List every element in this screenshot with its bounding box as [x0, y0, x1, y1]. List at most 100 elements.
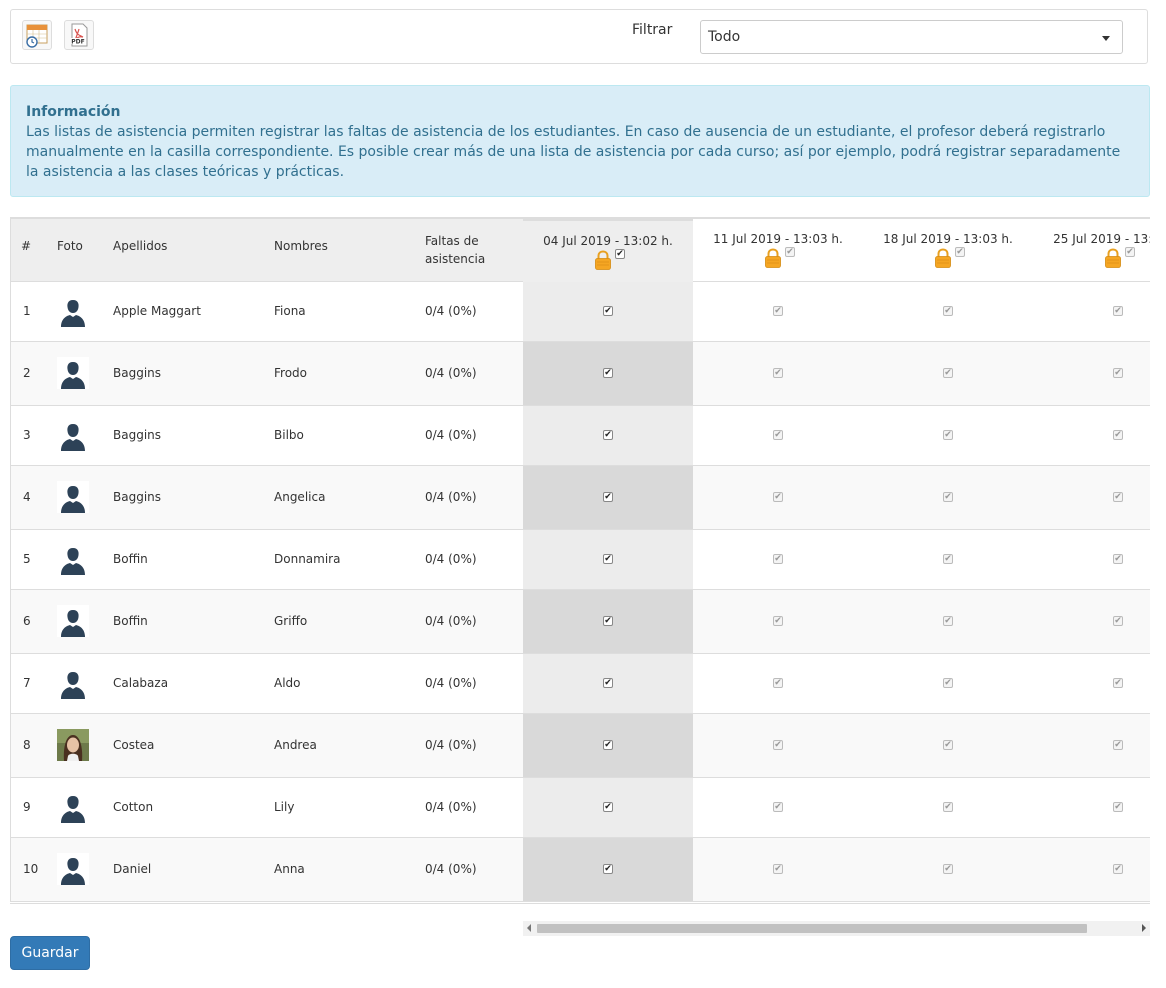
attendance-checkbox[interactable]: ✔: [603, 430, 613, 440]
attendance-checkbox[interactable]: ✔: [1113, 616, 1123, 626]
attendance-checkbox[interactable]: ✔: [1113, 678, 1123, 688]
attendance-checkbox[interactable]: ✔: [773, 430, 783, 440]
attendance-checkbox[interactable]: ✔: [773, 368, 783, 378]
first-name: Andrea: [274, 738, 317, 752]
attendance-checkbox[interactable]: ✔: [773, 802, 783, 812]
row-number: 2: [23, 366, 31, 380]
attendance-checkbox[interactable]: ✔: [773, 616, 783, 626]
attendance-checkbox[interactable]: ✔: [943, 740, 953, 750]
attendance-checkbox[interactable]: ✔: [943, 864, 953, 874]
attendance-checkbox[interactable]: ✔: [943, 430, 953, 440]
pdf-icon[interactable]: PDF: [64, 20, 94, 50]
date-label: 11 Jul 2019 - 13:03 h.: [713, 232, 843, 246]
select-all-checkbox[interactable]: ✔: [1125, 247, 1135, 257]
attendance-checkbox[interactable]: ✔: [603, 616, 613, 626]
lock-icon[interactable]: [1104, 248, 1122, 268]
date-column-header: 18 Jul 2019 - 13:03 h. ✔: [863, 219, 1033, 284]
table-row: 8 Costea Andrea 0/4 (0%): [11, 714, 524, 778]
chevron-down-icon: [1102, 36, 1110, 41]
first-name: Anna: [274, 862, 305, 876]
attendance-checkbox[interactable]: ✔: [943, 492, 953, 502]
filter-select-value: Todo: [708, 29, 741, 45]
attendance-checkbox[interactable]: ✔: [1113, 430, 1123, 440]
attendance-checkbox[interactable]: ✔: [943, 616, 953, 626]
attendance-checkbox[interactable]: ✔: [603, 802, 613, 812]
attendance-checkbox[interactable]: ✔: [773, 492, 783, 502]
attendance-row: ✔ ✔ ✔ ✔: [523, 406, 1150, 466]
attendance-checkbox[interactable]: ✔: [603, 554, 613, 564]
select-all-checkbox[interactable]: ✔: [615, 249, 625, 259]
last-name: Apple Maggart: [113, 304, 201, 318]
attendance-checkbox[interactable]: ✔: [943, 368, 953, 378]
date-label: 25 Jul 2019 - 13:03 h.: [1053, 232, 1150, 246]
last-name: Daniel: [113, 862, 152, 876]
attendance-checkbox[interactable]: ✔: [1113, 740, 1123, 750]
absence-count: 0/4 (0%): [425, 304, 477, 318]
select-all-checkbox[interactable]: ✔: [785, 247, 795, 257]
row-number: 6: [23, 614, 31, 628]
header-last-name: Apellidos: [113, 239, 168, 253]
lock-icon[interactable]: [764, 248, 782, 268]
attendance-checkbox[interactable]: ✔: [773, 306, 783, 316]
first-name: Bilbo: [274, 428, 304, 442]
save-button[interactable]: Guardar: [10, 936, 90, 970]
attendance-checkbox[interactable]: ✔: [943, 678, 953, 688]
row-number: 10: [23, 862, 39, 876]
attendance-row: ✔ ✔ ✔ ✔: [523, 282, 1150, 342]
attendance-checkbox[interactable]: ✔: [773, 864, 783, 874]
last-name: Boffin: [113, 614, 148, 628]
absence-count: 0/4 (0%): [425, 490, 477, 504]
attendance-checkbox[interactable]: ✔: [603, 678, 613, 688]
attendance-checkbox[interactable]: ✔: [603, 306, 613, 316]
info-alert: Información Las listas de asistencia per…: [10, 85, 1150, 197]
avatar: [57, 543, 89, 575]
attendance-checkbox[interactable]: ✔: [943, 306, 953, 316]
attendance-checkbox[interactable]: ✔: [603, 740, 613, 750]
first-name: Aldo: [274, 676, 301, 690]
horizontal-scrollbar[interactable]: [523, 921, 1150, 936]
filter-select[interactable]: Todo: [700, 20, 1123, 54]
attendance-checkbox[interactable]: ✔: [1113, 306, 1123, 316]
attendance-checkbox[interactable]: ✔: [1113, 492, 1123, 502]
row-number: 5: [23, 552, 31, 566]
attendance-checkbox[interactable]: ✔: [1113, 864, 1123, 874]
calendar-clock-icon[interactable]: [22, 20, 52, 50]
attendance-checkbox[interactable]: ✔: [603, 864, 613, 874]
header-absences: Faltas de asistencia: [425, 234, 486, 266]
absence-count: 0/4 (0%): [425, 428, 477, 442]
attendance-row: ✔ ✔ ✔ ✔: [523, 838, 1150, 902]
row-number: 4: [23, 490, 31, 504]
scrollbar-thumb[interactable]: [537, 924, 1087, 933]
header-first-name: Nombres: [274, 239, 328, 253]
absence-count: 0/4 (0%): [425, 614, 477, 628]
absence-count: 0/4 (0%): [425, 552, 477, 566]
attendance-checkbox[interactable]: ✔: [943, 802, 953, 812]
attendance-checkbox[interactable]: ✔: [1113, 554, 1123, 564]
scroll-left-icon[interactable]: [527, 924, 531, 932]
attendance-checkbox[interactable]: ✔: [1113, 802, 1123, 812]
header-photo: Foto: [57, 239, 83, 253]
scroll-right-icon[interactable]: [1142, 924, 1146, 932]
lock-icon[interactable]: [594, 250, 612, 270]
table-row: 9 Cotton Lily 0/4 (0%): [11, 778, 524, 838]
table-row: 3 Baggins Bilbo 0/4 (0%): [11, 406, 524, 466]
last-name: Costea: [113, 738, 155, 752]
table-row: 4 Baggins Angelica 0/4 (0%): [11, 466, 524, 530]
avatar: [57, 667, 89, 699]
attendance-checkbox[interactable]: ✔: [773, 554, 783, 564]
row-number: 9: [23, 800, 31, 814]
first-name: Angelica: [274, 490, 326, 504]
attendance-checkbox[interactable]: ✔: [1113, 368, 1123, 378]
date-column-header: 04 Jul 2019 - 13:02 h. ✔: [523, 219, 693, 284]
attendance-checkbox[interactable]: ✔: [603, 368, 613, 378]
avatar: [57, 419, 89, 451]
row-number: 1: [23, 304, 31, 318]
attendance-checkbox[interactable]: ✔: [773, 740, 783, 750]
attendance-checkbox[interactable]: ✔: [603, 492, 613, 502]
lock-icon[interactable]: [934, 248, 952, 268]
attendance-checkbox[interactable]: ✔: [943, 554, 953, 564]
attendance-checkbox[interactable]: ✔: [773, 678, 783, 688]
select-all-checkbox[interactable]: ✔: [955, 247, 965, 257]
table-row: 7 Calabaza Aldo 0/4 (0%): [11, 654, 524, 714]
info-title: Información: [26, 104, 121, 120]
